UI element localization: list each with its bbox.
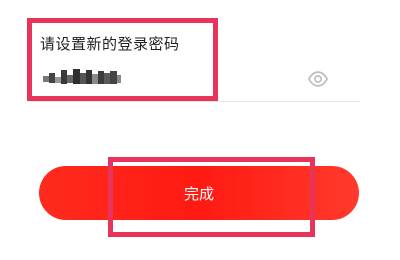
field-underline xyxy=(30,101,360,102)
done-button[interactable]: 完成 xyxy=(39,166,359,220)
stage: 请设置新的登录密码 完成 xyxy=(0,0,400,260)
password-label: 请设置新的登录密码 xyxy=(40,35,180,53)
eye-icon[interactable] xyxy=(307,68,329,90)
password-input[interactable] xyxy=(40,64,270,90)
